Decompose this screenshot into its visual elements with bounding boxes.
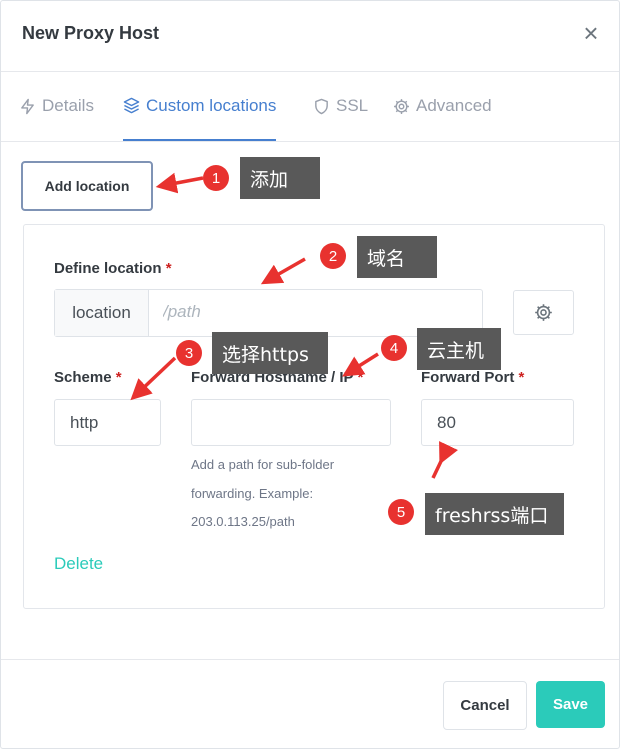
forward-port-input[interactable]: 80 [421,399,574,446]
layers-icon [123,97,140,114]
bolt-icon [21,98,34,114]
gear-icon [535,304,552,321]
scheme-label-text: Scheme [54,369,112,386]
close-icon[interactable]: × [579,20,603,46]
annotation-badge-2: 2 [320,243,346,269]
cancel-button[interactable]: Cancel [443,681,527,730]
required-mark: * [165,260,172,277]
tab-advanced[interactable]: Advanced [393,72,492,140]
location-prefix: location [55,290,149,336]
annotation-callout-4: 云主机 [417,328,501,370]
annotation-callout-2: 域名 [357,236,437,278]
forward-port-label-text: Forward Port [421,369,515,386]
scheme-label: Scheme * [54,369,122,386]
shield-icon [315,98,328,114]
save-button[interactable]: Save [536,681,605,728]
annotation-badge-4: 4 [381,335,407,361]
forward-port-label: Forward Port * [421,369,524,386]
tab-label: Advanced [416,96,492,115]
tab-label: SSL [336,96,369,115]
modal-header: New Proxy Host × [1,1,619,72]
required-mark: * [115,369,122,386]
annotation-callout-5: freshrss端口 [425,493,564,535]
gear-icon [394,98,409,114]
annotation-callout-1: 添加 [240,157,320,199]
annotation-badge-5: 5 [388,499,414,525]
scheme-input[interactable]: http [54,399,161,446]
annotation-badge-1: 1 [203,165,229,191]
required-mark: * [518,369,525,386]
new-proxy-host-modal: New Proxy Host × Details Custom location… [0,0,620,749]
tab-label: Custom locations [146,95,277,115]
annotation-callout-3: 选择https [212,332,328,374]
define-location-text: Define location [54,260,162,277]
forward-hostname-help: Add a path for sub-folder forwarding. Ex… [191,457,335,529]
delete-location-link[interactable]: Delete [54,554,103,574]
define-location-label: Define location * [54,260,172,277]
location-advanced-button[interactable] [513,290,574,335]
tab-ssl[interactable]: SSL [313,72,368,140]
annotation-badge-3: 3 [176,340,202,366]
add-location-button[interactable]: Add location [21,161,153,211]
tab-bar: Details Custom locations SSL Advanced [1,72,619,142]
tab-custom-locations[interactable]: Custom locations [123,72,277,141]
modal-title: New Proxy Host [22,23,160,43]
tab-label: Details [42,96,94,115]
forward-hostname-input[interactable] [191,399,391,446]
tab-details[interactable]: Details [19,72,94,140]
required-mark: * [357,369,364,386]
